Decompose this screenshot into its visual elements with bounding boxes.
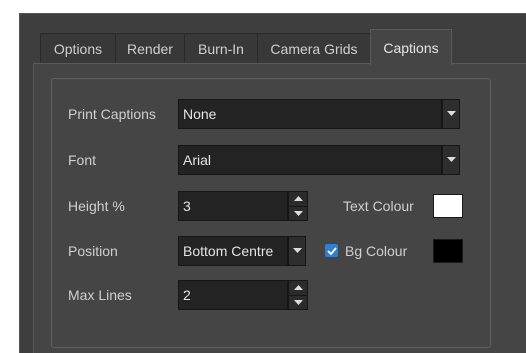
font-label: Font xyxy=(68,152,97,168)
tab-render-label: Render xyxy=(127,40,173,57)
tab-camera-grids[interactable]: Camera Grids xyxy=(257,33,371,63)
position-value: Bottom Centre xyxy=(183,243,274,259)
position-label: Position xyxy=(68,243,118,259)
font-select[interactable]: Arial xyxy=(178,145,442,175)
height-spin-down[interactable] xyxy=(289,206,307,221)
tab-captions-label: Captions xyxy=(383,39,439,56)
max-lines-value: 2 xyxy=(183,287,191,303)
spin-down-icon xyxy=(293,211,303,216)
tab-options[interactable]: Options xyxy=(40,33,116,63)
tab-captions[interactable]: Captions xyxy=(370,29,452,65)
position-select[interactable]: Bottom Centre xyxy=(178,236,288,266)
text-colour-swatch[interactable] xyxy=(433,194,463,218)
max-lines-label: Max Lines xyxy=(68,287,132,303)
tab-burn-in-label: Burn-In xyxy=(198,40,244,57)
tab-options-label: Options xyxy=(53,40,103,57)
bg-colour-label: Bg Colour xyxy=(345,243,408,259)
height-input[interactable]: 3 xyxy=(178,191,288,221)
spin-up-icon xyxy=(293,285,303,290)
max-lines-spin-up[interactable] xyxy=(289,281,307,295)
height-spin-up[interactable] xyxy=(289,192,307,206)
font-value: Arial xyxy=(183,152,212,168)
bg-colour-swatch[interactable] xyxy=(433,239,463,263)
position-dropdown-button[interactable] xyxy=(288,236,306,266)
max-lines-spin-down[interactable] xyxy=(289,295,307,310)
height-label: Height % xyxy=(68,198,125,214)
tab-burn-in[interactable]: Burn-In xyxy=(184,33,258,63)
tab-render[interactable]: Render xyxy=(115,33,185,63)
spin-up-icon xyxy=(293,196,303,201)
text-colour-label: Text Colour xyxy=(343,198,414,214)
height-value: 3 xyxy=(183,198,191,214)
chevron-down-icon xyxy=(446,157,456,162)
print-captions-dropdown-button[interactable] xyxy=(442,99,460,129)
print-captions-label: Print Captions xyxy=(68,106,156,122)
spin-down-icon xyxy=(293,300,303,305)
print-captions-value: None xyxy=(183,106,217,122)
chevron-down-icon xyxy=(292,248,302,253)
max-lines-spinner[interactable] xyxy=(288,280,308,310)
checkmark-icon xyxy=(326,246,337,255)
print-captions-select[interactable]: None xyxy=(178,99,442,129)
height-spinner[interactable] xyxy=(288,191,308,221)
font-dropdown-button[interactable] xyxy=(442,145,460,175)
tab-camera-grids-label: Camera Grids xyxy=(270,40,358,57)
bg-colour-checkbox[interactable] xyxy=(325,244,338,257)
max-lines-input[interactable]: 2 xyxy=(178,280,288,310)
chevron-down-icon xyxy=(446,111,456,116)
